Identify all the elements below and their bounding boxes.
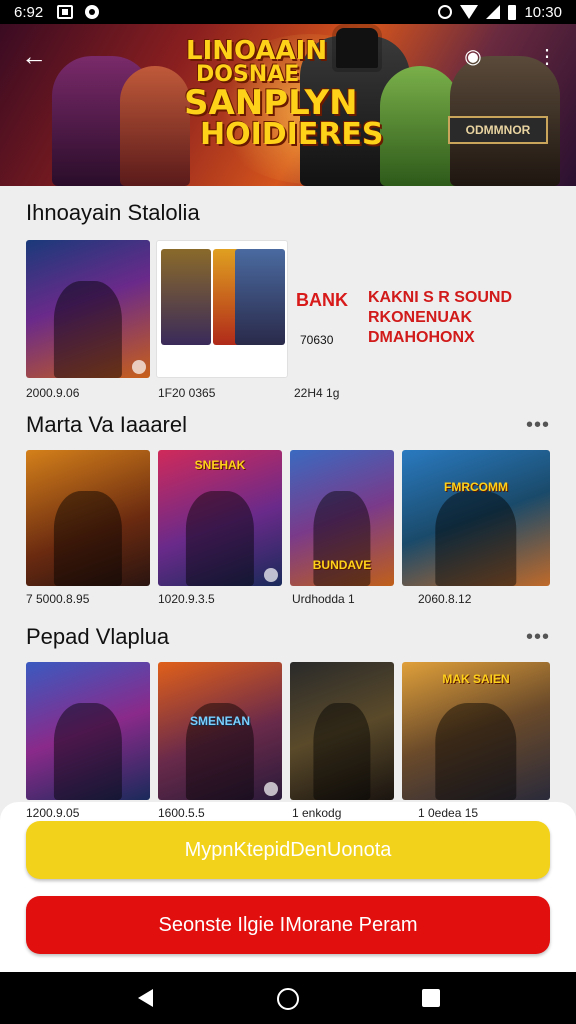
thumbnail-art	[435, 703, 517, 800]
section-title: Marta Va Iaaarel	[26, 412, 188, 437]
thumbnail-caption: 1200.9.05	[26, 806, 80, 820]
battery-icon	[508, 4, 517, 20]
game-thumbnail[interactable]: SNEHAK	[158, 450, 282, 586]
hero-top-hat	[336, 28, 378, 68]
back-arrow-icon[interactable]: ←	[18, 42, 50, 74]
thumbnail-art	[435, 490, 517, 586]
hero-title-line: LINOAAIN	[186, 36, 328, 66]
alarm-icon	[438, 5, 453, 19]
thumbnail-art	[185, 490, 255, 586]
thumbnail-title: SMENEAN	[189, 714, 250, 728]
thumbnail-caption: 1 0edea 15	[418, 806, 479, 820]
thumbnail-caption: 2060.8.12	[418, 592, 472, 606]
wifi-icon	[460, 5, 479, 19]
thumbnail-caption: 22H4 1g	[294, 386, 340, 400]
signal-icon	[486, 5, 501, 19]
nav-recents-icon[interactable]	[422, 989, 440, 1007]
hero-badge: ODMMNOR	[448, 116, 548, 144]
globe-icon[interactable]: ◉	[458, 42, 488, 72]
more-vert-icon[interactable]: ⋮	[532, 42, 562, 72]
thumbnail-title: SNEHAK	[194, 458, 246, 472]
thumbnail-caption: 2000.9.06	[26, 386, 80, 400]
system-nav-bar	[0, 972, 576, 1024]
secondary-action-button[interactable]: Seonste Ilgie IMorane Peram	[26, 896, 550, 954]
badge-icon	[132, 360, 146, 374]
game-thumbnail[interactable]: FMRCOMM	[402, 450, 550, 586]
thumbnail-art	[53, 281, 123, 378]
promo-line: DMAHOHONX	[368, 329, 475, 346]
hero-banner[interactable]: LINOAAIN DOSNAE SANPLYN HOIDIERES ODMMNO…	[0, 24, 576, 186]
thumbnail-title: BUNDAVE	[312, 558, 372, 572]
game-thumbnail[interactable]	[26, 240, 150, 378]
promo-line: KAKNI S R SOUND	[368, 289, 513, 306]
thumbnail-caption: 1F20 0365	[158, 386, 216, 400]
thumbnail-caption: 1 enkodg	[292, 806, 342, 820]
hero-title-line: HOIDIERES	[200, 117, 384, 152]
app-screen: 6:92 10:30 LINOAAIN DOSNAE SANPLYN HOIDI…	[0, 0, 576, 1024]
thumbnail-caption: Urdhodda 1	[292, 592, 355, 606]
status-time-right: 10:30	[524, 3, 562, 21]
game-thumbnail[interactable]	[26, 662, 150, 800]
status-bar: 6:92 10:30	[0, 0, 576, 24]
record-icon	[85, 5, 100, 19]
notification-icon	[57, 5, 74, 19]
thumbnail-caption: 7 5000.8.95	[26, 592, 90, 606]
thumbnail-title: MAK SAIEN	[442, 672, 510, 686]
game-thumbnail[interactable]	[156, 240, 288, 378]
bank-label: BANK	[296, 290, 348, 310]
thumbnail-art	[53, 490, 123, 586]
thumbnail-art	[235, 249, 285, 345]
thumbnail-art	[53, 703, 123, 800]
more-horiz-icon[interactable]: •••	[526, 414, 550, 437]
game-thumbnail[interactable]: MAK SAIEN	[402, 662, 550, 800]
thumbnail-art	[313, 703, 371, 800]
thumbnail-caption: 1020.9.3.5	[158, 592, 215, 606]
section-title: Ihnoayain Stalolia	[26, 200, 200, 225]
status-time-left: 6:92	[14, 3, 44, 21]
thumbnail-title: FMRCOMM	[444, 480, 508, 494]
thumbnail-caption: 1600.5.5	[158, 806, 205, 820]
thumbnail-art	[161, 249, 211, 345]
promo-line: RKONENUAK	[368, 309, 472, 326]
hero-character	[120, 66, 190, 186]
section-title: Pepad Vlaplua	[26, 624, 170, 649]
badge-icon	[264, 782, 278, 796]
primary-action-button[interactable]: MypnKtepidDenUonota	[26, 821, 550, 879]
game-thumbnail[interactable]	[26, 450, 150, 586]
nav-home-icon[interactable]	[277, 988, 299, 1010]
status-right: 10:30	[438, 4, 562, 21]
game-thumbnail[interactable]	[290, 662, 394, 800]
bank-code: 70630	[300, 333, 334, 347]
more-horiz-icon[interactable]: •••	[526, 626, 550, 649]
nav-back-icon[interactable]	[138, 989, 153, 1007]
hero-title-line: SANPLYN	[184, 83, 358, 123]
badge-icon	[264, 568, 278, 582]
hero-title: LINOAAIN DOSNAE SANPLYN HOIDIERES	[184, 36, 384, 152]
game-thumbnail[interactable]: BUNDAVE	[290, 450, 394, 586]
game-thumbnail[interactable]: SMENEAN	[158, 662, 282, 800]
promo-text: KAKNI S R SOUND RKONENUAK DMAHOHONX	[368, 288, 512, 348]
